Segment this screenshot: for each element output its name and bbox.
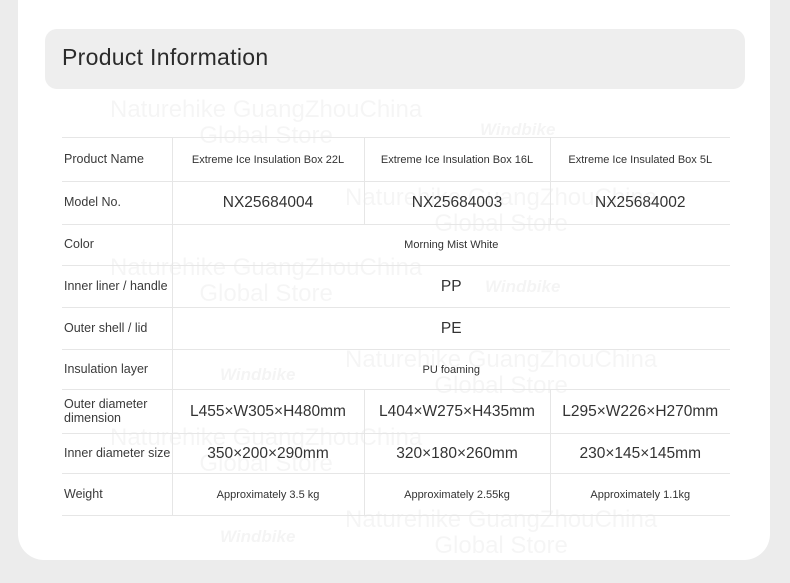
- table-cell: 350×200×290mm: [171, 433, 364, 474]
- table-cell: Approximately 3.5 kg: [171, 473, 364, 516]
- table-cell: PP: [171, 265, 730, 308]
- table-row: Inner liner / handle PP: [62, 265, 730, 308]
- table-row: Outer shell / lid PE: [62, 307, 730, 350]
- page-title: Product Information: [62, 44, 269, 70]
- row-label: Insulation layer: [62, 349, 172, 390]
- row-label: Outer diameter dimension: [62, 389, 172, 434]
- table-cell: Extreme Ice Insulation Box 22L: [171, 137, 364, 182]
- table-row: Outer diameter dimension L455×W305×H480m…: [62, 389, 730, 434]
- table-cell: Extreme Ice Insulation Box 16L: [363, 137, 550, 182]
- table-cell: PE: [171, 307, 730, 350]
- table-cell: NX25684002: [549, 181, 730, 225]
- table-cell: 230×145×145mm: [549, 433, 730, 474]
- table-row: Insulation layer PU foaming: [62, 349, 730, 390]
- row-label: Product Name: [62, 137, 172, 182]
- table-cell: PU foaming: [171, 349, 730, 390]
- table-row: Weight Approximately 3.5 kg Approximatel…: [62, 473, 730, 516]
- row-label: Weight: [62, 473, 172, 516]
- table-row: Model No. NX25684004 NX25684003 NX256840…: [62, 181, 730, 225]
- row-label: Inner diameter size: [62, 433, 172, 474]
- row-label: Outer shell / lid: [62, 307, 172, 350]
- table-cell: 320×180×260mm: [363, 433, 550, 474]
- table-row: Color Morning Mist White: [62, 224, 730, 266]
- table-row: Inner diameter size 350×200×290mm 320×18…: [62, 433, 730, 474]
- table-cell: Morning Mist White: [171, 224, 730, 266]
- table-cell: L404×W275×H435mm: [363, 389, 550, 434]
- table-cell: NX25684004: [171, 181, 364, 225]
- table-row: Product Name Extreme Ice Insulation Box …: [62, 137, 730, 182]
- table-cell: NX25684003: [363, 181, 550, 225]
- table-cell: Extreme Ice Insulated Box 5L: [549, 137, 730, 182]
- table-cell: Approximately 2.55kg: [363, 473, 550, 516]
- table-cell: L455×W305×H480mm: [171, 389, 364, 434]
- row-label: Inner liner / handle: [62, 265, 172, 308]
- table-cell: L295×W226×H270mm: [549, 389, 730, 434]
- spec-table: Product Name Extreme Ice Insulation Box …: [62, 137, 730, 516]
- row-label: Color: [62, 224, 172, 266]
- row-label: Model No.: [62, 181, 172, 225]
- table-cell: Approximately 1.1kg: [549, 473, 730, 516]
- watermark-logo: Windbike: [220, 527, 295, 547]
